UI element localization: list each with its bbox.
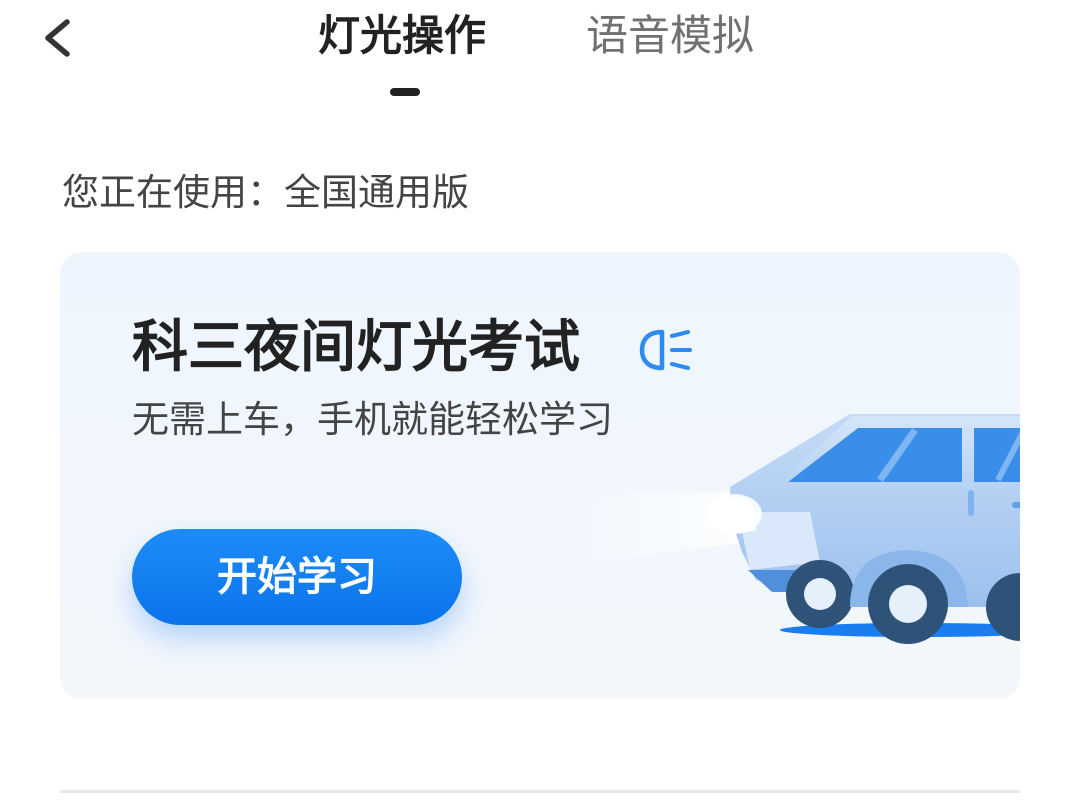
bottom-divider xyxy=(60,790,1020,793)
back-button[interactable] xyxy=(30,8,90,68)
active-tab-indicator xyxy=(390,88,420,96)
chevron-left-icon xyxy=(45,19,70,57)
card-title: 科三夜间灯光考试 xyxy=(132,315,580,380)
start-learning-button[interactable]: 开始学习 xyxy=(132,529,462,625)
page: 灯光操作 语音模拟 您正在使用：全国通用版 科三夜间灯光考试 无需上车，手机就能… xyxy=(0,0,1080,800)
version-label: 您正在使用：全国通用版 xyxy=(62,171,469,214)
headlight-icon xyxy=(639,329,692,371)
tab-voice-simulation[interactable]: 语音模拟 xyxy=(586,8,754,64)
tab-light-operation[interactable]: 灯光操作 xyxy=(318,8,486,64)
night-light-exam-card[interactable]: 科三夜间灯光考试 无需上车，手机就能轻松学习 开始学习 xyxy=(60,252,1020,699)
car-illustration xyxy=(580,414,1020,644)
tab-bar: 灯光操作 语音模拟 xyxy=(0,0,1080,110)
